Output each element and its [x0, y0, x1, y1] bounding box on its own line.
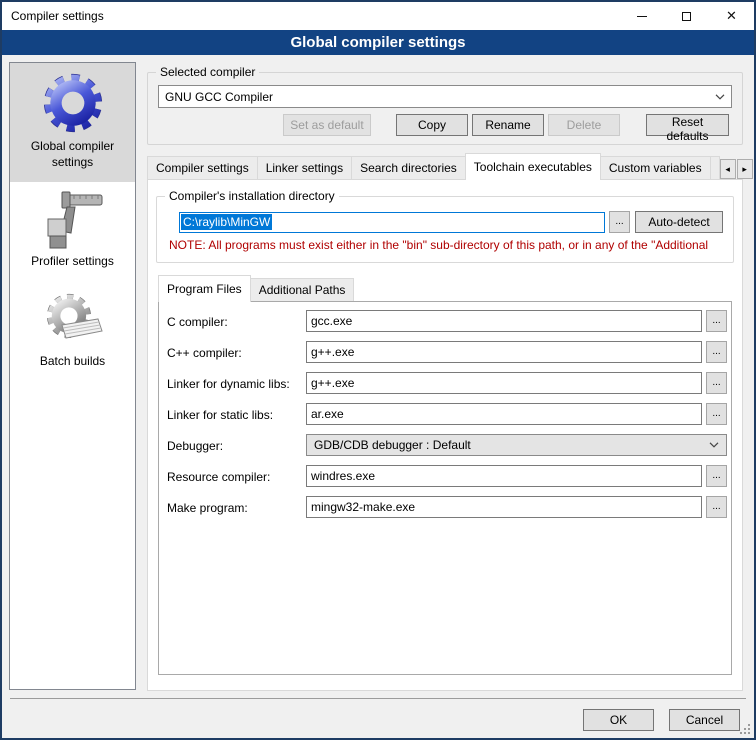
linker-for-static-libs-row: Linker for static libs:... — [167, 403, 727, 425]
c-compiler-input[interactable] — [306, 310, 702, 332]
installation-directory-input[interactable]: C:\raylib\MinGW — [179, 212, 605, 233]
dialog-banner: Global compiler settings — [2, 30, 754, 55]
linker-for-static-libs-input[interactable] — [306, 403, 702, 425]
window-controls: ✕ — [619, 2, 754, 30]
compiler-settings-dialog: Compiler settings ✕ Global compiler sett… — [0, 0, 756, 740]
subtab-program-files[interactable]: Program Files — [158, 275, 251, 302]
footer-buttons: OK Cancel — [583, 709, 740, 731]
resource-compiler-browse-button[interactable]: ... — [706, 465, 727, 487]
sidebar-item-global-compiler-settings[interactable]: Global compiler settings — [10, 63, 135, 182]
debugger-row: Debugger: GDB/CDB debugger : Default — [167, 434, 727, 456]
blue-gear-icon — [40, 70, 106, 136]
make-program-row: Make program:... — [167, 496, 727, 518]
tab-strip: Compiler settingsLinker settingsSearch d… — [147, 153, 743, 179]
subtab-strip: Program Files Additional Paths — [158, 275, 732, 301]
linker-for-dynamic-libs-label: Linker for dynamic libs: — [167, 376, 302, 391]
footer-divider — [10, 698, 746, 699]
linker-for-static-libs-label: Linker for static libs: — [167, 407, 302, 422]
resource-compiler-row: Resource compiler:... — [167, 465, 727, 487]
resize-grip[interactable] — [739, 723, 751, 735]
minimize-button[interactable] — [619, 2, 664, 30]
c-compiler-browse-button[interactable]: ... — [706, 310, 727, 332]
make-program-label: Make program: — [167, 500, 302, 515]
bin-subdirectory-note: NOTE: All programs must exist either in … — [169, 238, 723, 252]
compiler-buttons-row: Set as default CopyRenameDelete Reset defa… — [158, 114, 732, 136]
close-icon: ✕ — [726, 8, 737, 24]
installation-directory-legend: Compiler's installation directory — [165, 189, 339, 203]
compiler-select[interactable]: GNU GCC Compiler — [158, 85, 732, 108]
reset-defaults-button[interactable]: Reset defaults — [646, 114, 729, 136]
caliper-icon — [40, 189, 106, 251]
cplusplus-compiler-label: C++ compiler: — [167, 345, 302, 360]
cplusplus-compiler-browse-button[interactable]: ... — [706, 341, 727, 363]
subtab-additional-paths[interactable]: Additional Paths — [250, 278, 355, 301]
chevron-down-icon — [709, 442, 719, 448]
installation-directory-browse-button[interactable]: ... — [609, 211, 630, 233]
program-files-panel: C compiler:...C++ compiler:...Linker for… — [158, 301, 732, 675]
tab-linker-settings[interactable]: Linker settings — [257, 156, 352, 179]
debugger-label: Debugger: — [167, 438, 302, 453]
toolchain-executables-panel: Compiler's installation directory C:\ray… — [147, 179, 743, 691]
gear-stack-icon — [40, 289, 106, 351]
settings-category-list: Global compiler settings Profiler settin… — [9, 62, 136, 690]
sidebar-item-label: Batch builds — [40, 354, 105, 370]
linker-for-dynamic-libs-input[interactable] — [306, 372, 702, 394]
tab-scroll-left-button[interactable]: ◂ — [720, 159, 736, 179]
chevron-down-icon — [715, 94, 725, 100]
cplusplus-compiler-row: C++ compiler:... — [167, 341, 727, 363]
maximize-button[interactable] — [664, 2, 709, 30]
resource-compiler-input[interactable] — [306, 465, 702, 487]
banner-title: Global compiler settings — [290, 34, 465, 51]
compiler-select-value: GNU GCC Compiler — [165, 90, 273, 104]
cancel-button[interactable]: Cancel — [669, 709, 740, 731]
make-program-browse-button[interactable]: ... — [706, 496, 727, 518]
selected-compiler-group: Selected compiler GNU GCC Compiler Set a… — [147, 72, 743, 145]
ok-button[interactable]: OK — [583, 709, 654, 731]
tab-toolchain-executables[interactable]: Toolchain executables — [465, 153, 601, 180]
tab-custom-variables[interactable]: Custom variables — [600, 156, 711, 179]
linker-for-dynamic-libs-browse-button[interactable]: ... — [706, 372, 727, 394]
sidebar-item-label: Profiler settings — [31, 254, 114, 270]
main-area: Selected compiler GNU GCC Compiler Set a… — [147, 62, 743, 691]
tab-search-directories[interactable]: Search directories — [351, 156, 466, 179]
cplusplus-compiler-input[interactable] — [306, 341, 702, 363]
c-compiler-row: C compiler:... — [167, 310, 727, 332]
auto-detect-button[interactable]: Auto-detect — [635, 211, 723, 233]
tab-scroll-arrows: ◂ ▸ — [719, 159, 753, 179]
debugger-select[interactable]: GDB/CDB debugger : Default — [306, 434, 727, 456]
installation-directory-row: C:\raylib\MinGW ... Auto-detect — [167, 211, 723, 233]
resource-compiler-label: Resource compiler: — [167, 469, 302, 484]
delete-button[interactable]: Delete — [548, 114, 620, 136]
installation-directory-value: C:\raylib\MinGW — [181, 214, 272, 230]
maximize-icon — [682, 12, 691, 21]
close-button[interactable]: ✕ — [709, 2, 754, 30]
c-compiler-label: C compiler: — [167, 314, 302, 329]
sidebar-item-profiler-settings[interactable]: Profiler settings — [10, 182, 135, 282]
copy-button[interactable]: Copy — [396, 114, 468, 136]
make-program-input[interactable] — [306, 496, 702, 518]
tab-scroll-right-button[interactable]: ▸ — [737, 159, 753, 179]
sidebar-item-batch-builds[interactable]: Batch builds — [10, 282, 135, 382]
tab-compiler-settings[interactable]: Compiler settings — [147, 156, 258, 179]
window-title: Compiler settings — [11, 9, 104, 23]
selected-compiler-legend: Selected compiler — [156, 65, 259, 79]
titlebar: Compiler settings ✕ — [2, 2, 754, 30]
set-as-default-button[interactable]: Set as default — [283, 114, 371, 136]
minimize-icon — [637, 16, 647, 17]
linker-for-static-libs-browse-button[interactable]: ... — [706, 403, 727, 425]
linker-for-dynamic-libs-row: Linker for dynamic libs:... — [167, 372, 727, 394]
rename-button[interactable]: Rename — [472, 114, 544, 136]
sidebar-item-label: Global compiler settings — [13, 139, 132, 170]
installation-directory-group: Compiler's installation directory C:\ray… — [156, 196, 734, 263]
